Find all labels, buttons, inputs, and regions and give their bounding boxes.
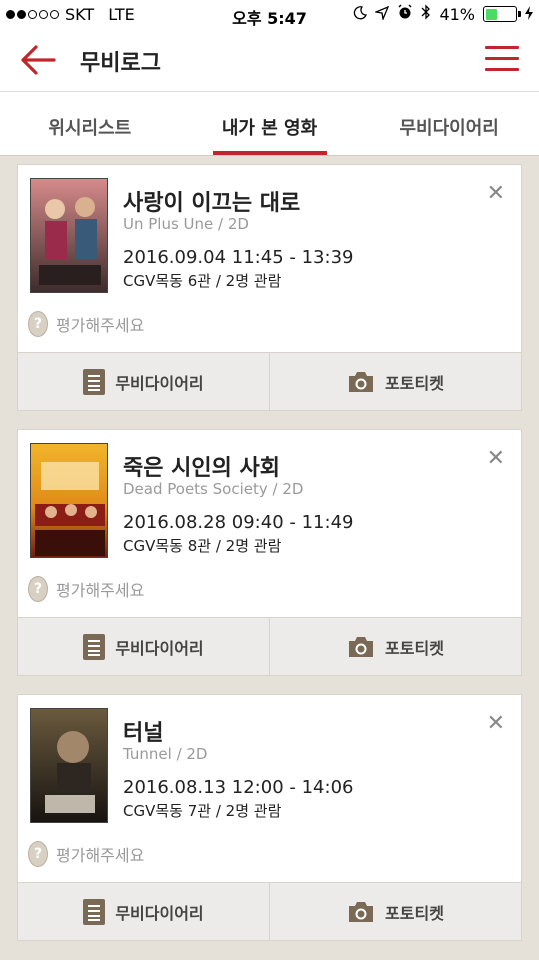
movie-diary-label: 무비다이어리 <box>115 903 204 923</box>
movie-diary-button[interactable]: 무비다이어리 <box>18 883 269 940</box>
close-icon[interactable]: ✕ <box>487 448 505 470</box>
document-icon <box>83 898 106 925</box>
movie-datetime: 2016.08.28 09:40 - 11:49 <box>123 512 354 533</box>
movie-list: ✕ 사랑이 이끄는 대로 Un Plus Une / 2D 2016.09.04… <box>17 164 522 959</box>
movie-datetime: 2016.09.04 11:45 - 13:39 <box>123 247 354 268</box>
alarm-icon <box>397 4 413 24</box>
movie-place: CGV목동 8관 / 2명 관람 <box>123 537 282 555</box>
question-icon: ? <box>28 576 48 602</box>
movie-card: ✕ 사랑이 이끄는 대로 Un Plus Une / 2D 2016.09.04… <box>17 164 522 411</box>
card-actions: 무비다이어리 포토티켓 <box>18 882 521 940</box>
rate-button[interactable]: ? 평가해주세요 <box>28 841 144 867</box>
rate-prompt: 평가해주세요 <box>56 581 145 600</box>
back-arrow-icon <box>21 45 56 75</box>
question-icon: ? <box>28 841 48 867</box>
movie-poster[interactable] <box>30 178 108 293</box>
camera-icon <box>347 901 375 923</box>
photo-ticket-label: 포토티켓 <box>385 903 444 923</box>
bluetooth-icon <box>421 4 431 24</box>
hamburger-icon <box>485 46 519 49</box>
photo-ticket-label: 포토티켓 <box>385 373 444 393</box>
movie-card: ✕ 터널 Tunnel / 2D 2016.08.13 12:00 - 14:0… <box>17 694 522 941</box>
question-icon: ? <box>28 311 48 337</box>
movie-subtitle: Tunnel / 2D <box>123 745 208 763</box>
camera-icon <box>347 636 375 658</box>
rate-prompt: 평가해주세요 <box>56 316 145 335</box>
rate-button[interactable]: ? 평가해주세요 <box>28 576 144 602</box>
movie-card: ✕ 죽은 시인의 사회 Dead Poets Society / 2D 2016… <box>17 429 522 676</box>
movie-diary-button[interactable]: 무비다이어리 <box>18 618 269 675</box>
movie-subtitle: Un Plus Une / 2D <box>123 215 249 233</box>
charging-icon <box>525 5 533 24</box>
camera-icon <box>347 371 375 393</box>
battery-icon <box>483 6 521 22</box>
movie-title: 죽은 시인의 사회 <box>123 456 280 481</box>
battery-percent: 41% <box>439 4 475 24</box>
photo-ticket-button[interactable]: 포토티켓 <box>269 618 521 675</box>
tab-movie-diary[interactable]: 무비다이어리 <box>359 92 539 155</box>
movie-poster[interactable] <box>30 708 108 823</box>
movie-datetime: 2016.08.13 12:00 - 14:06 <box>123 777 354 798</box>
movie-diary-button[interactable]: 무비다이어리 <box>18 353 269 410</box>
rate-button[interactable]: ? 평가해주세요 <box>28 311 144 337</box>
movie-title: 터널 <box>123 721 164 746</box>
photo-ticket-button[interactable]: 포토티켓 <box>269 883 521 940</box>
status-bar: SKT LTE 오후 5:47 41% <box>0 0 539 30</box>
movie-diary-label: 무비다이어리 <box>115 373 204 393</box>
location-arrow-icon <box>374 5 390 24</box>
tab-wishlist[interactable]: 위시리스트 <box>0 92 180 155</box>
page-title: 무비로그 <box>80 51 161 76</box>
document-icon <box>83 368 106 395</box>
back-button[interactable] <box>18 42 58 80</box>
photo-ticket-label: 포토티켓 <box>385 638 444 658</box>
movie-place: CGV목동 6관 / 2명 관람 <box>123 272 282 290</box>
nav-bar: 무비로그 <box>0 30 539 92</box>
movie-diary-label: 무비다이어리 <box>115 638 204 658</box>
movie-title: 사랑이 이끄는 대로 <box>123 191 301 216</box>
close-icon[interactable]: ✕ <box>487 713 505 735</box>
rate-prompt: 평가해주세요 <box>56 846 145 865</box>
movie-place: CGV목동 7관 / 2명 관람 <box>123 802 282 820</box>
photo-ticket-button[interactable]: 포토티켓 <box>269 353 521 410</box>
menu-button[interactable] <box>485 46 519 76</box>
tab-watched-movies[interactable]: 내가 본 영화 <box>180 92 360 155</box>
tab-bar: 위시리스트 내가 본 영화 무비다이어리 <box>0 92 539 156</box>
movie-subtitle: Dead Poets Society / 2D <box>123 480 304 498</box>
document-icon <box>83 633 106 660</box>
moon-icon <box>353 5 368 24</box>
card-actions: 무비다이어리 포토티켓 <box>18 352 521 410</box>
close-icon[interactable]: ✕ <box>487 183 505 205</box>
movie-poster[interactable] <box>30 443 108 558</box>
card-actions: 무비다이어리 포토티켓 <box>18 617 521 675</box>
